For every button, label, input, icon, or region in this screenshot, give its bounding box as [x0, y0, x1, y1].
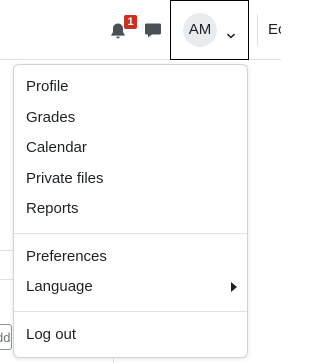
chevron-down-icon	[226, 27, 236, 39]
background-divider	[0, 250, 14, 251]
menu-divider	[14, 233, 247, 234]
messages-icon[interactable]	[144, 21, 162, 39]
menu-item-preferences[interactable]: Preferences	[14, 243, 247, 271]
top-navbar: 1 AM Ec	[0, 0, 281, 60]
caret-right-icon	[231, 282, 237, 292]
page: dd 1 AM Ec Profile	[0, 0, 281, 363]
menu-item-logout[interactable]: Log out	[14, 321, 247, 349]
menu-item-private-files[interactable]: Private files	[14, 165, 247, 193]
menu-item-language-label: Language	[26, 278, 93, 295]
user-dropdown-menu: Profile Grades Calendar Private files Re…	[13, 64, 248, 358]
background-divider	[0, 279, 14, 280]
notification-count-badge: 1	[124, 15, 137, 29]
background-input-fragment[interactable]: dd	[0, 324, 12, 350]
navbar-divider	[257, 14, 258, 46]
user-menu-toggle[interactable]: AM	[170, 0, 249, 60]
menu-divider	[14, 311, 247, 312]
edit-mode-label[interactable]: Ec	[268, 21, 281, 39]
menu-item-language[interactable]: Language	[14, 273, 247, 301]
menu-item-grades[interactable]: Grades	[14, 104, 247, 132]
avatar: AM	[183, 13, 217, 47]
menu-item-profile[interactable]: Profile	[14, 73, 247, 101]
menu-item-reports[interactable]: Reports	[14, 195, 247, 223]
menu-item-calendar[interactable]: Calendar	[14, 134, 247, 162]
background-input-text: dd	[0, 330, 11, 345]
